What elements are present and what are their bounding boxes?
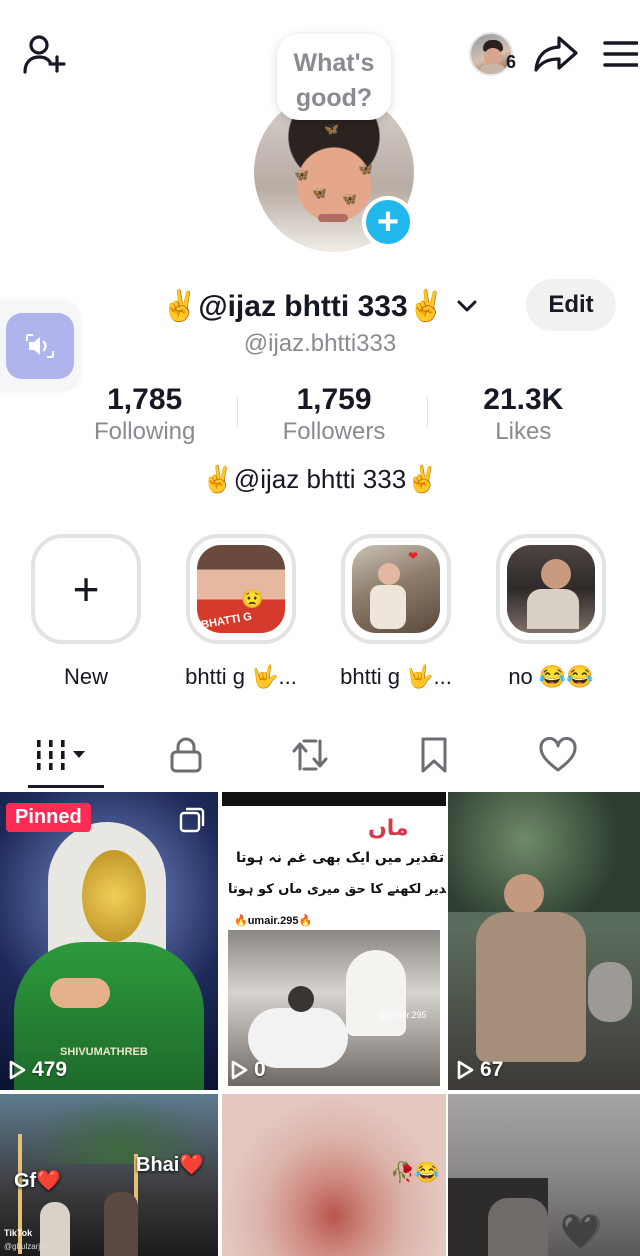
tab-reposts[interactable]	[248, 722, 372, 788]
edit-profile-button[interactable]: Edit	[526, 279, 616, 331]
status-bubble[interactable]: What's good?	[277, 34, 391, 120]
lock-icon	[170, 737, 202, 773]
followers-count: 1,759	[296, 383, 372, 416]
play-icon	[457, 1060, 474, 1080]
urdu-line-1: میری تقدیر میں ایک بھی غم نہ ہوتا	[236, 850, 446, 866]
video-thumbnail[interactable]: Gf❤️ Bhai❤️ TikTok @ghulzarjan	[0, 1094, 218, 1256]
tab-private[interactable]	[124, 722, 248, 788]
chevron-down-icon[interactable]	[455, 294, 479, 318]
menu-button[interactable]	[600, 34, 640, 74]
highlight-item[interactable]: ❤ bhtti g 🤟...	[336, 534, 456, 690]
display-name: ✌️@ijaz bhtti 333✌️	[160, 289, 445, 323]
following-count: 1,785	[107, 383, 183, 416]
followers-label: Followers	[282, 418, 386, 445]
video-thumbnail[interactable]: Pinned SHIVUMATHREB 479	[0, 792, 218, 1090]
profile-visitors-button[interactable]: 6	[460, 30, 522, 78]
pinned-badge: Pinned	[6, 803, 91, 832]
video-thumbnail[interactable]: ماں میری تقدیر میں ایک بھی غم نہ ہوتا اگ…	[222, 792, 446, 1090]
credit: @umair.295	[378, 1010, 427, 1020]
highlight-item[interactable]: 😟 BHATTI G bhtti g 🤟...	[181, 534, 301, 690]
profile-bio: ✌️@ijaz bhtti 333✌️	[201, 464, 439, 494]
tab-videos[interactable]	[0, 722, 124, 788]
video-thumbnail[interactable]: 🖤	[448, 1094, 640, 1256]
overlay-label-left: Gf❤️	[14, 1170, 62, 1192]
heart-icon	[539, 737, 577, 772]
highlight-label: bhtti g 🤟...	[185, 664, 297, 689]
view-count: 67	[456, 1058, 503, 1082]
watermark-handle: @ghulzarjan	[4, 1242, 50, 1251]
watermark: SHIVUMATHREB	[60, 1046, 148, 1058]
highlight-label: no 😂😂	[508, 664, 594, 689]
repost-icon	[292, 739, 328, 771]
video-thumbnail[interactable]: 67	[448, 792, 640, 1090]
hamburger-menu-icon	[603, 41, 638, 67]
overlay-label-right: Bhai❤️	[136, 1154, 205, 1176]
highlight-new[interactable]: + New	[26, 534, 146, 690]
play-icon	[231, 1060, 248, 1080]
highlight-thumbnail	[507, 545, 595, 633]
heart-overlay: 🖤	[560, 1213, 603, 1251]
username: @ijaz.bhtti333	[243, 330, 397, 357]
video-thumbnail[interactable]: 🥀😂	[222, 1094, 446, 1256]
plus-icon: +	[31, 534, 141, 644]
add-friend-button[interactable]	[18, 30, 70, 78]
followers-stat[interactable]: 1,759 Followers	[237, 383, 428, 451]
share-arrow-icon	[534, 36, 578, 72]
highlight-thumbnail: 😟 BHATTI G	[197, 545, 285, 633]
grid-videos-icon	[37, 740, 85, 770]
play-icon	[9, 1060, 26, 1080]
content-tabs	[0, 722, 640, 788]
view-count-value: 479	[32, 1058, 68, 1081]
add-person-icon	[23, 35, 66, 74]
view-count: 479	[8, 1058, 67, 1082]
profile-stats: 1,785 Following 1,759 Followers 21.3K Li…	[50, 383, 618, 451]
likes-count: 21.3K	[483, 383, 564, 416]
tiktok-watermark: TikTok	[4, 1228, 33, 1238]
highlight-item[interactable]: no 😂😂	[491, 534, 611, 690]
video-grid: Pinned SHIVUMATHREB 479 ماں میری تقدیر م…	[0, 792, 640, 1256]
view-count-value: 0	[254, 1058, 266, 1081]
visitor-count: 6	[506, 52, 517, 72]
highlight-label: New	[63, 664, 108, 689]
urdu-line-2: اگر تقدیر لکھنے کا حق میری ماں کو ہوتا..…	[228, 882, 446, 897]
likes-stat[interactable]: 21.3K Likes	[426, 383, 618, 451]
share-profile-button[interactable]	[530, 30, 582, 78]
tab-liked[interactable]	[496, 722, 620, 788]
likes-label: Likes	[495, 418, 552, 445]
add-story-button[interactable]: +	[362, 196, 414, 248]
following-label: Following	[93, 418, 196, 445]
following-stat[interactable]: 1,785 Following	[50, 383, 239, 451]
creator-tag: 🔥umair.295🔥	[234, 915, 313, 927]
bookmark-icon	[421, 737, 447, 773]
highlight-thumbnail: ❤	[352, 545, 440, 633]
golden-emblem	[82, 850, 146, 942]
highlight-label: bhtti g 🤟...	[340, 664, 452, 689]
tab-favorites[interactable]	[372, 722, 496, 788]
view-count-value: 67	[480, 1058, 504, 1081]
overlay-emoji: 🥀😂	[390, 1162, 440, 1184]
urdu-title: ماں	[368, 816, 409, 841]
multi-photo-icon	[179, 807, 205, 833]
view-count: 0	[230, 1058, 266, 1082]
story-highlights: + New 😟 BHATTI G bhtti g 🤟... ❤ bhtti g …	[0, 534, 640, 694]
